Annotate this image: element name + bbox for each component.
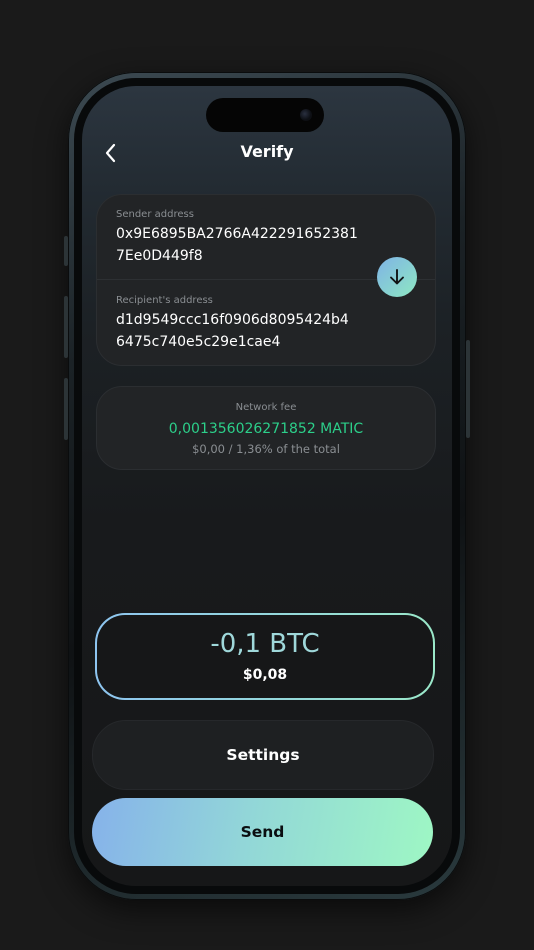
network-fee-subtext: $0,00 / 1,36% of the total xyxy=(192,442,340,456)
amount-display-inner: -0,1 BTC $0,08 xyxy=(97,615,433,698)
sender-address-line-1: 0x9E6895BA2766A422291652381 xyxy=(116,226,358,242)
camera-icon xyxy=(300,109,312,121)
side-button-action xyxy=(64,236,68,266)
sender-address-line-2: 7Ee0D449f8 xyxy=(116,248,203,264)
swap-addresses-button[interactable] xyxy=(377,257,417,297)
phone-screen: Verify Sender address 0x9E6895BA2766A422… xyxy=(82,86,452,886)
sender-address-label: Sender address xyxy=(116,209,194,220)
arrow-down-icon xyxy=(390,269,404,285)
side-button-power xyxy=(466,340,470,438)
recipient-address-line-1: d1d9549ccc16f0906d8095424b4 xyxy=(116,312,349,328)
side-button-volume-down xyxy=(64,378,68,440)
sender-address-value[interactable]: 0x9E6895BA2766A422291652381 7Ee0D449f8 xyxy=(116,223,376,267)
send-button[interactable]: Send xyxy=(92,798,433,866)
amount-fiat: $0,08 xyxy=(242,667,288,683)
dynamic-island xyxy=(206,98,324,132)
recipient-address-label: Recipient's address xyxy=(116,295,213,306)
amount-display: -0,1 BTC $0,08 xyxy=(95,613,435,700)
stage: Verify Sender address 0x9E6895BA2766A422… xyxy=(0,0,534,950)
amount-crypto: -0,1 BTC xyxy=(210,629,320,659)
recipient-address-line-2: 6475c740e5c29e1cae4 xyxy=(116,334,281,350)
recipient-address-value[interactable]: d1d9549ccc16f0906d8095424b4 6475c740e5c2… xyxy=(116,309,376,353)
settings-button[interactable]: Settings xyxy=(92,720,434,790)
side-button-volume-up xyxy=(64,296,68,358)
network-fee-amount: 0,001356026271852 MATIC xyxy=(168,421,364,437)
page-title: Verify xyxy=(240,142,294,161)
network-fee-label: Network fee xyxy=(235,402,297,413)
network-fee-card: Network fee 0,001356026271852 MATIC $0,0… xyxy=(96,386,436,470)
header: Verify xyxy=(82,138,452,168)
